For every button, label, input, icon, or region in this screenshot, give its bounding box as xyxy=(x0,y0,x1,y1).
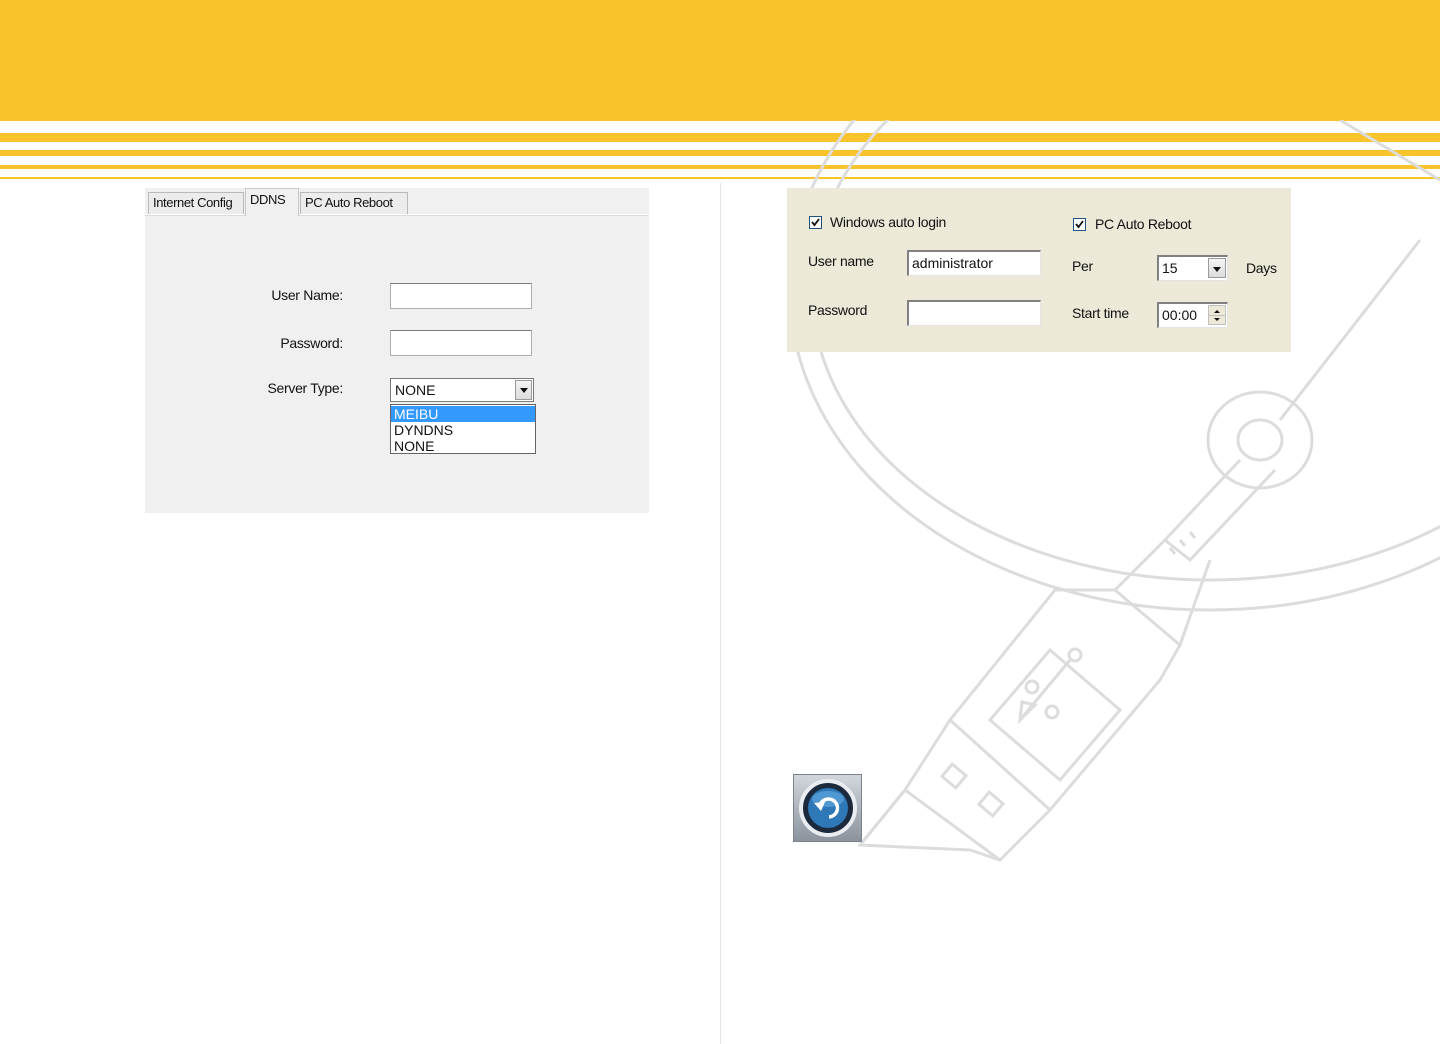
tab-pc-auto-reboot[interactable]: PC Auto Reboot xyxy=(300,192,408,214)
tab-internet-config[interactable]: Internet Config xyxy=(148,192,244,214)
username-label: User Name: xyxy=(271,287,343,303)
auto-login-label: Windows auto login xyxy=(830,214,946,230)
server-type-dropdown: MEIBU DYNDNS NONE xyxy=(390,404,536,454)
login-password-input[interactable] xyxy=(907,300,1041,326)
ddns-dialog: Internet Config DDNS PC Auto Reboot User… xyxy=(145,188,649,513)
username-input[interactable] xyxy=(390,283,532,309)
auto-login-checkbox[interactable] xyxy=(809,216,822,229)
server-type-label: Server Type: xyxy=(267,380,343,396)
banner-fill xyxy=(0,0,1440,121)
days-label: Days xyxy=(1246,260,1277,276)
start-time-spinner[interactable]: 00:00 xyxy=(1157,302,1228,328)
auto-reboot-label: PC Auto Reboot xyxy=(1095,216,1192,232)
tab-ddns[interactable]: DDNS xyxy=(245,188,299,216)
column-divider xyxy=(720,183,721,1044)
per-days-select[interactable]: 15 xyxy=(1157,255,1228,281)
spinner-arrows-icon[interactable] xyxy=(1208,305,1226,325)
server-type-select[interactable]: NONE xyxy=(390,378,534,402)
login-username-value: administrator xyxy=(912,255,993,271)
login-username-label: User name xyxy=(808,253,874,269)
auto-login-reboot-panel: Windows auto login User name administrat… xyxy=(787,188,1291,352)
undo-arrow-icon xyxy=(799,779,857,837)
per-label: Per xyxy=(1072,258,1093,274)
login-username-input[interactable]: administrator xyxy=(907,250,1041,276)
per-days-value: 15 xyxy=(1162,260,1178,276)
login-password-label: Password xyxy=(808,302,868,318)
password-input[interactable] xyxy=(390,330,532,356)
tab-underline xyxy=(145,214,649,216)
start-time-value: 00:00 xyxy=(1162,307,1198,323)
dropdown-option-none[interactable]: NONE xyxy=(391,438,535,454)
server-type-value: NONE xyxy=(395,382,436,398)
chevron-down-icon[interactable] xyxy=(515,380,532,400)
start-time-label: Start time xyxy=(1072,305,1129,321)
tab-strip: Internet Config DDNS PC Auto Reboot xyxy=(145,188,649,216)
back-button[interactable] xyxy=(793,774,862,842)
dropdown-option-meibu[interactable]: MEIBU xyxy=(391,406,535,422)
password-label: Password: xyxy=(280,335,343,351)
check-icon xyxy=(811,218,820,227)
chevron-down-icon[interactable] xyxy=(1208,258,1226,278)
check-icon xyxy=(1075,220,1084,229)
dropdown-option-dyndns[interactable]: DYNDNS xyxy=(391,422,535,438)
auto-reboot-checkbox[interactable] xyxy=(1073,218,1086,231)
